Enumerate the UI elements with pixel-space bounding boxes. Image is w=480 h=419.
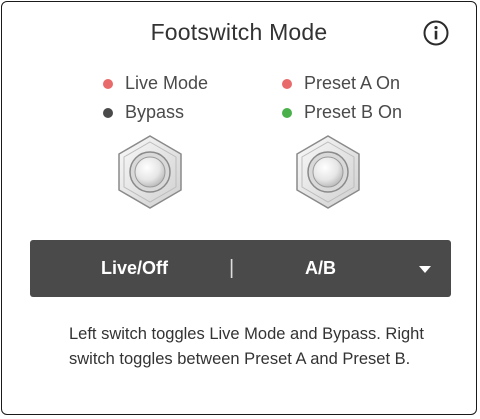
caret-down-icon[interactable] bbox=[419, 266, 431, 274]
legend-item-preset-a: Preset A On bbox=[282, 69, 402, 98]
footswitch-mode-dropdown[interactable]: Live/Off | A/B bbox=[30, 240, 451, 297]
legend-label: Preset B On bbox=[304, 102, 403, 122]
legend-item-live-mode: Live Mode bbox=[103, 69, 208, 98]
legend-dot bbox=[282, 107, 292, 118]
legend-dot bbox=[103, 107, 113, 118]
left-footswitch-icon[interactable] bbox=[112, 134, 188, 210]
right-switch-mode-label: A/B bbox=[305, 258, 336, 278]
right-switch-legend: Preset A On Preset B On bbox=[282, 69, 402, 127]
footswitch-mode-panel: Footswitch Mode Live Mode Bypass Preset … bbox=[1, 1, 477, 415]
legend-item-preset-b: Preset B On bbox=[282, 98, 402, 127]
legend-item-bypass: Bypass bbox=[103, 98, 208, 127]
mode-description: Left switch toggles Live Mode and Bypass… bbox=[69, 325, 424, 368]
left-switch-mode-label: Live/Off bbox=[101, 258, 169, 278]
left-switch-legend: Live Mode Bypass bbox=[103, 69, 208, 127]
legend-dot bbox=[103, 78, 113, 89]
right-footswitch-icon[interactable] bbox=[290, 134, 366, 210]
legend-dot bbox=[282, 78, 292, 89]
mode-divider: | bbox=[229, 257, 235, 279]
legend-label: Preset A On bbox=[304, 73, 401, 93]
legend-label: Live Mode bbox=[125, 73, 209, 93]
info-icon[interactable] bbox=[423, 20, 449, 46]
page-title: Footswitch Mode bbox=[150, 19, 328, 45]
legend-label: Bypass bbox=[125, 102, 185, 122]
